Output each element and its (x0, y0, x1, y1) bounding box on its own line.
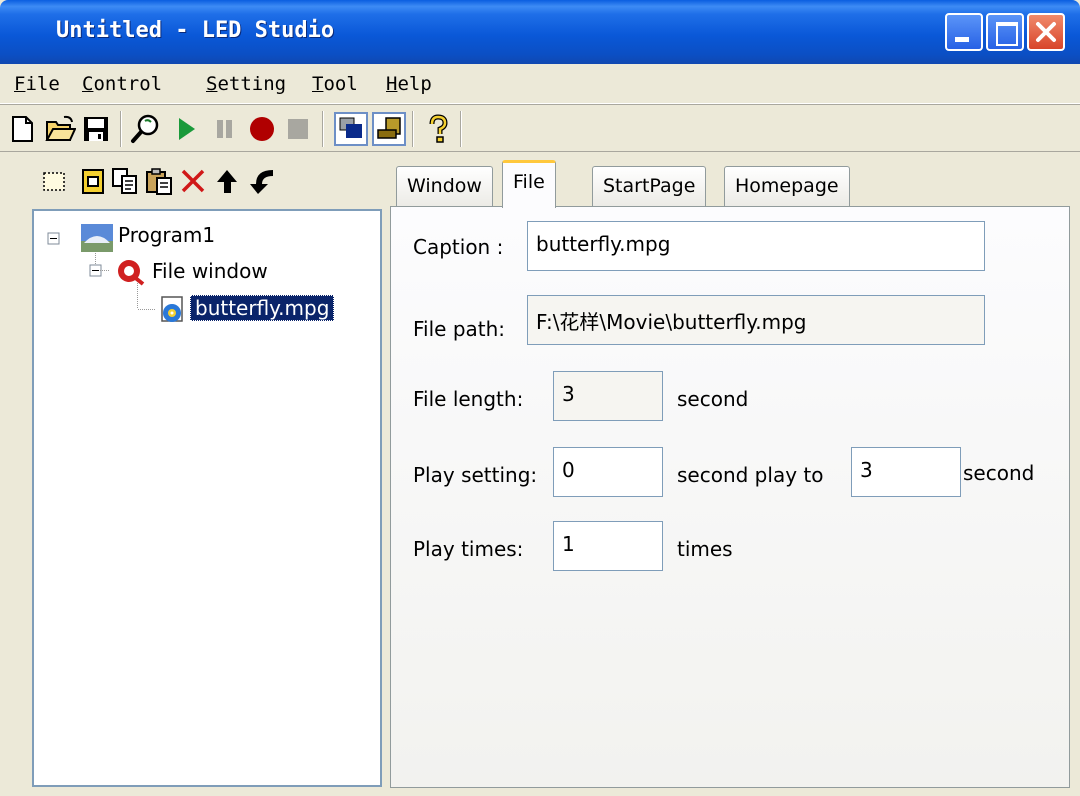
menu-help[interactable]: Help (386, 73, 432, 95)
file-path-label: File path: (413, 317, 506, 341)
window-title: Untitled - LED Studio (56, 18, 335, 43)
play-icon[interactable] (170, 113, 202, 145)
help-question-icon[interactable] (422, 113, 454, 145)
tab-window[interactable]: Window (396, 166, 493, 206)
properties-panel: Window File StartPage Homepage Caption :… (390, 152, 1070, 788)
tab-file[interactable]: File (502, 160, 556, 208)
tree-node-butterfly[interactable]: butterfly.mpg (190, 295, 335, 321)
play-times-unit: times (677, 537, 733, 561)
menu-tool[interactable]: Tool (312, 73, 358, 95)
file-length-label: File length: (413, 387, 524, 411)
tab-content: Caption : butterfly.mpg File path: F:\花样… (390, 206, 1070, 788)
maximize-button[interactable] (986, 13, 1024, 51)
move-back-icon[interactable] (248, 166, 278, 196)
paste-icon[interactable] (144, 166, 174, 196)
play-times-input[interactable]: 1 (553, 521, 663, 571)
delete-icon[interactable] (178, 166, 208, 196)
program-panel: Program1 File window butterfly.mpg (8, 152, 383, 788)
menu-setting[interactable]: Setting (206, 73, 286, 95)
toolbar-separator (460, 111, 462, 147)
file-length-field: 3 (553, 371, 663, 421)
tab-homepage[interactable]: Homepage (724, 166, 850, 206)
caption-label: Caption : (413, 235, 504, 259)
save-icon[interactable] (80, 113, 112, 145)
play-start-input[interactable]: 0 (553, 447, 663, 497)
program-icon (81, 224, 113, 252)
toolbar (0, 104, 1080, 152)
toolbar-separator (322, 111, 324, 147)
program-tree: Program1 File window butterfly.mpg (32, 209, 382, 787)
play-end-unit: second (963, 461, 1035, 485)
play-times-label: Play times: (413, 537, 524, 561)
play-range-text: second play to (677, 463, 824, 487)
file-window-icon (118, 260, 145, 286)
caption-input[interactable]: butterfly.mpg (527, 221, 985, 271)
bring-to-front-icon[interactable] (334, 112, 368, 146)
menu-control[interactable]: Control (82, 73, 162, 95)
new-page-icon[interactable] (78, 166, 108, 196)
toolbar-separator (412, 111, 414, 147)
title-bar: Untitled - LED Studio (0, 0, 1080, 64)
menu-file[interactable]: File (14, 73, 60, 95)
file-length-unit: second (677, 387, 749, 411)
play-end-input[interactable]: 3 (851, 447, 961, 497)
new-file-icon[interactable] (6, 113, 38, 145)
menu-bar: File Control Setting Tool Help (0, 64, 1080, 104)
file-path-field[interactable]: F:\花样\Movie\butterfly.mpg (527, 295, 985, 345)
toolbar-separator (120, 111, 122, 147)
new-window-icon[interactable] (40, 166, 70, 196)
media-file-icon (161, 296, 183, 322)
tab-startpage[interactable]: StartPage (592, 166, 707, 206)
pause-icon[interactable] (208, 113, 240, 145)
tree-node-program[interactable]: Program1 (118, 223, 215, 247)
open-folder-icon[interactable] (44, 113, 76, 145)
tree-node-file-window[interactable]: File window (152, 259, 268, 283)
minimize-button[interactable] (945, 13, 983, 51)
record-icon[interactable] (246, 113, 278, 145)
close-button[interactable] (1027, 13, 1065, 51)
preview-magnifier-icon[interactable] (130, 113, 162, 145)
send-to-back-icon[interactable] (372, 112, 406, 146)
copy-icon[interactable] (110, 166, 140, 196)
play-setting-label: Play setting: (413, 463, 538, 487)
move-up-icon[interactable] (212, 166, 242, 196)
close-icon (1036, 22, 1056, 42)
stop-icon[interactable] (282, 113, 314, 145)
